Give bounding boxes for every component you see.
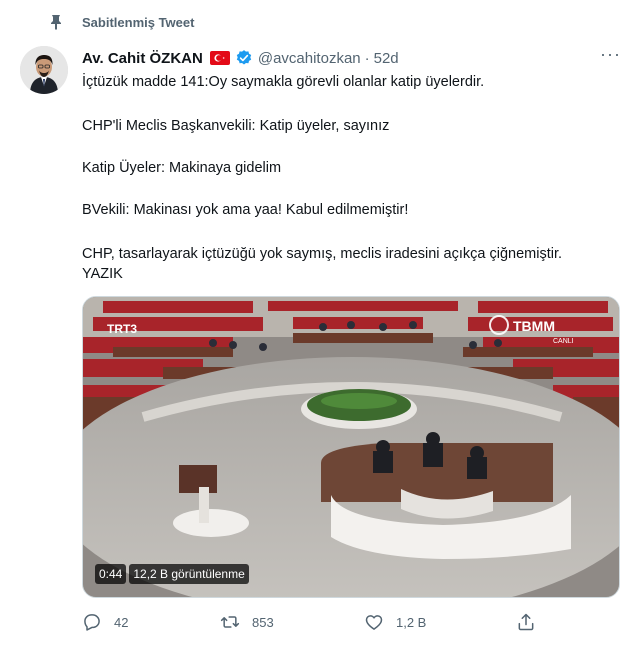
video-view-count: 12,2 B görüntülenme — [129, 564, 249, 584]
turkey-flag-icon — [209, 51, 230, 65]
video-info-badge: 0:44 12,2 B görüntülenme — [95, 564, 249, 584]
tweet-text-line: Katip Üyeler: Makinaya gidelim — [82, 160, 282, 176]
live-label: CANLI — [553, 338, 574, 345]
reply-count: 42 — [114, 614, 129, 630]
retweet-count: 853 — [252, 614, 274, 630]
tweet-timestamp[interactable]: 52d — [374, 50, 399, 67]
pin-icon — [48, 14, 64, 30]
tweet-text-line: İçtüzük madde 141:Oy saymakla görevli ol… — [82, 74, 485, 90]
verified-badge-icon — [235, 49, 253, 67]
share-icon — [518, 613, 534, 631]
avatar[interactable] — [20, 46, 68, 94]
reply-button[interactable]: 42 — [82, 612, 128, 632]
pinned-tweet-header: Sabitlenmiş Tweet — [48, 12, 194, 32]
more-options-icon[interactable]: ··· — [600, 45, 620, 67]
author-handle[interactable]: @avcahitozkan — [258, 50, 361, 67]
retweet-button[interactable]: 853 — [220, 612, 274, 632]
video-player[interactable]: TRT3 TBMM CANLI 0:44 12,2 B görüntülenme — [82, 296, 620, 598]
tweet-action-bar: 42 853 1,2 B — [82, 612, 552, 636]
tbmm-label: TBMM — [513, 318, 555, 334]
video-frame: TRT3 TBMM CANLI — [83, 297, 619, 597]
tweet-text-line: CHP, tasarlayarak içtüzüğü yok saymış, m… — [82, 246, 563, 262]
pinned-label: Sabitlenmiş Tweet — [82, 14, 195, 30]
heart-icon — [365, 615, 383, 630]
like-count: 1,2 B — [396, 614, 427, 630]
tweet-text-line: YAZIK — [82, 266, 123, 282]
reply-icon — [84, 614, 100, 631]
tweet-text-line: CHP'li Meclis Başkanvekili: Katip üyeler… — [82, 118, 390, 134]
like-button[interactable]: 1,2 B — [364, 612, 426, 632]
channel-logo: TRT3 — [107, 322, 137, 336]
tweet-header: Av. Cahit ÖZKAN @avcahitozkan · 52d ··· — [82, 45, 620, 69]
separator-dot: · — [364, 49, 370, 67]
share-button[interactable] — [516, 612, 548, 632]
video-duration: 0:44 — [95, 564, 127, 584]
retweet-icon — [220, 616, 240, 628]
author-name[interactable]: Av. Cahit ÖZKAN — [82, 50, 203, 67]
tweet-text-line: BVekili: Makinası yok ama yaa! Kabul edi… — [82, 202, 409, 218]
